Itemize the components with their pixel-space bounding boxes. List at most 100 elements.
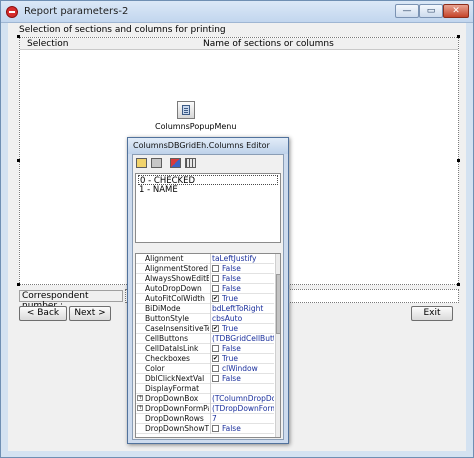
property-value[interactable]: cbsAuto bbox=[212, 314, 274, 324]
property-row[interactable]: Alignment taLeftJustify bbox=[136, 254, 274, 264]
exit-button[interactable]: Exit bbox=[411, 306, 453, 321]
selection-handle[interactable] bbox=[457, 159, 460, 162]
property-name: Checkboxes bbox=[145, 354, 190, 363]
property-name: DisplayFormat bbox=[145, 384, 200, 393]
property-name: ButtonStyle bbox=[145, 314, 189, 323]
property-value[interactable]: bdLeftToRight bbox=[212, 304, 274, 314]
property-row[interactable]: AutoDropDown False bbox=[136, 284, 274, 294]
expand-icon[interactable]: + bbox=[137, 395, 143, 401]
property-row[interactable]: AlignmentStored False bbox=[136, 264, 274, 274]
column-divider bbox=[210, 344, 211, 354]
property-value[interactable]: (TColumnDropDownBox) bbox=[212, 394, 274, 404]
inspector-scrollbar[interactable] bbox=[275, 254, 280, 437]
back-button[interactable]: < Back bbox=[19, 306, 67, 321]
property-checkbox[interactable] bbox=[212, 275, 219, 282]
editor-client: 0 - CHECKED 1 - NAME Alignment taLeftJust… bbox=[132, 154, 284, 440]
selection-handle[interactable] bbox=[457, 35, 460, 38]
property-row[interactable]: DblClickNextVal False bbox=[136, 374, 274, 384]
selection-handle[interactable] bbox=[17, 35, 20, 38]
property-name: Color bbox=[145, 364, 165, 373]
property-name: CaseInsensitiveTextSearch bbox=[145, 324, 209, 333]
add-column-icon[interactable] bbox=[136, 158, 147, 168]
selection-handle[interactable] bbox=[17, 283, 20, 286]
property-checkbox[interactable] bbox=[212, 265, 219, 272]
column-divider bbox=[210, 404, 211, 414]
property-row[interactable]: +DropDownBox (TColumnDropDownBox) bbox=[136, 394, 274, 404]
property-row[interactable]: DropDownShowTitlesFalse bbox=[136, 424, 274, 434]
property-checkbox[interactable]: ✔ bbox=[212, 295, 219, 302]
property-name: CellDataIsLink bbox=[145, 344, 199, 353]
column-divider bbox=[210, 254, 211, 264]
property-name: AlignmentStored bbox=[145, 264, 209, 273]
property-value[interactable]: True bbox=[222, 294, 280, 304]
property-value[interactable]: clWindow bbox=[222, 364, 280, 374]
property-row[interactable]: Color clWindow bbox=[136, 364, 274, 374]
property-value[interactable]: False bbox=[222, 264, 280, 274]
add-all-fields-icon[interactable] bbox=[151, 158, 162, 168]
property-value[interactable]: False bbox=[222, 284, 280, 294]
property-row[interactable]: DropDownRows 7 bbox=[136, 414, 274, 424]
property-row[interactable]: ButtonStyle cbsAuto bbox=[136, 314, 274, 324]
property-value[interactable]: False bbox=[222, 424, 280, 434]
property-checkbox[interactable] bbox=[212, 345, 219, 352]
property-row[interactable]: Checkboxes ✔ True bbox=[136, 354, 274, 364]
column-divider bbox=[210, 374, 211, 384]
column-divider bbox=[210, 424, 211, 434]
property-row[interactable]: CellButtons (TDBGridCellButtons) bbox=[136, 334, 274, 344]
selection-handle[interactable] bbox=[17, 159, 20, 162]
close-button[interactable]: ✕ bbox=[443, 4, 469, 18]
expand-icon[interactable]: + bbox=[137, 405, 143, 411]
property-checkbox[interactable] bbox=[212, 365, 219, 372]
list-item[interactable]: 0 - CHECKED bbox=[138, 175, 278, 186]
property-name: DblClickNextVal bbox=[145, 374, 205, 383]
property-row[interactable]: CaseInsensitiveTextSearch✔True bbox=[136, 324, 274, 334]
grid-header: Selection Name of sections or columns bbox=[20, 38, 458, 50]
next-button[interactable]: Next > bbox=[69, 306, 111, 321]
property-checkbox[interactable] bbox=[212, 285, 219, 292]
property-value[interactable]: (TDropDownFormCallParams) bbox=[212, 404, 274, 414]
window-title: Report parameters-2 bbox=[24, 6, 129, 17]
columns-list[interactable]: 0 - CHECKED 1 - NAME bbox=[135, 173, 281, 243]
popup-menu-component-icon[interactable] bbox=[177, 101, 195, 119]
property-row[interactable]: +DropDownFormParams(TDropDownFormCallPar… bbox=[136, 404, 274, 414]
property-value[interactable]: True bbox=[222, 324, 280, 334]
selection-handle[interactable] bbox=[457, 283, 460, 286]
property-checkbox[interactable]: ✔ bbox=[212, 325, 219, 332]
property-row[interactable]: DisplayFormat bbox=[136, 384, 274, 394]
property-name: AutoFitColWidth bbox=[145, 294, 205, 303]
minimize-button[interactable]: — bbox=[395, 4, 419, 18]
property-row[interactable]: BiDiMode bdLeftToRight bbox=[136, 304, 274, 314]
column-divider bbox=[210, 314, 211, 324]
column-header-name[interactable]: Name of sections or columns bbox=[203, 39, 334, 49]
property-value[interactable]: True bbox=[222, 354, 280, 364]
column-divider bbox=[210, 334, 211, 344]
list-item[interactable]: 1 - NAME bbox=[138, 185, 178, 195]
property-row[interactable]: CellDataIsLink False bbox=[136, 344, 274, 354]
property-name: DropDownFormParams bbox=[145, 404, 209, 413]
property-inspector[interactable]: Alignment taLeftJustify AlignmentStored Fal… bbox=[135, 253, 281, 438]
property-row[interactable]: AlwaysShowEditButtonFalse bbox=[136, 274, 274, 284]
property-value[interactable]: False bbox=[222, 344, 280, 354]
property-name: DropDownShowTitles bbox=[145, 424, 209, 433]
title-bar[interactable]: Report parameters-2 — ▭ ✕ bbox=[1, 1, 473, 23]
scrollbar-thumb[interactable] bbox=[276, 274, 280, 334]
move-icon[interactable] bbox=[170, 158, 181, 168]
property-value[interactable]: False bbox=[222, 374, 280, 384]
editor-title-bar[interactable]: ColumnsDBGridEh.Columns Editor bbox=[128, 138, 288, 154]
maximize-button[interactable]: ▭ bbox=[419, 4, 443, 18]
column-divider bbox=[210, 284, 211, 294]
columns-editor-window: ColumnsDBGridEh.Columns Editor 0 - CHECK… bbox=[127, 137, 289, 444]
property-checkbox[interactable] bbox=[212, 375, 219, 382]
editor-title: ColumnsDBGridEh.Columns Editor bbox=[133, 141, 270, 150]
property-value[interactable]: False bbox=[222, 274, 280, 284]
grid-icon[interactable] bbox=[185, 158, 196, 168]
property-name: AlwaysShowEditButton bbox=[145, 274, 209, 283]
property-value[interactable]: taLeftJustify bbox=[212, 254, 274, 264]
column-header-selection[interactable]: Selection bbox=[27, 39, 68, 49]
property-row[interactable]: AutoFitColWidth ✔ True bbox=[136, 294, 274, 304]
property-value[interactable]: 7 bbox=[212, 414, 274, 424]
property-checkbox[interactable]: ✔ bbox=[212, 355, 219, 362]
property-checkbox[interactable] bbox=[212, 425, 219, 432]
column-divider bbox=[210, 394, 211, 404]
property-value[interactable]: (TDBGridCellButtons) bbox=[212, 334, 274, 344]
